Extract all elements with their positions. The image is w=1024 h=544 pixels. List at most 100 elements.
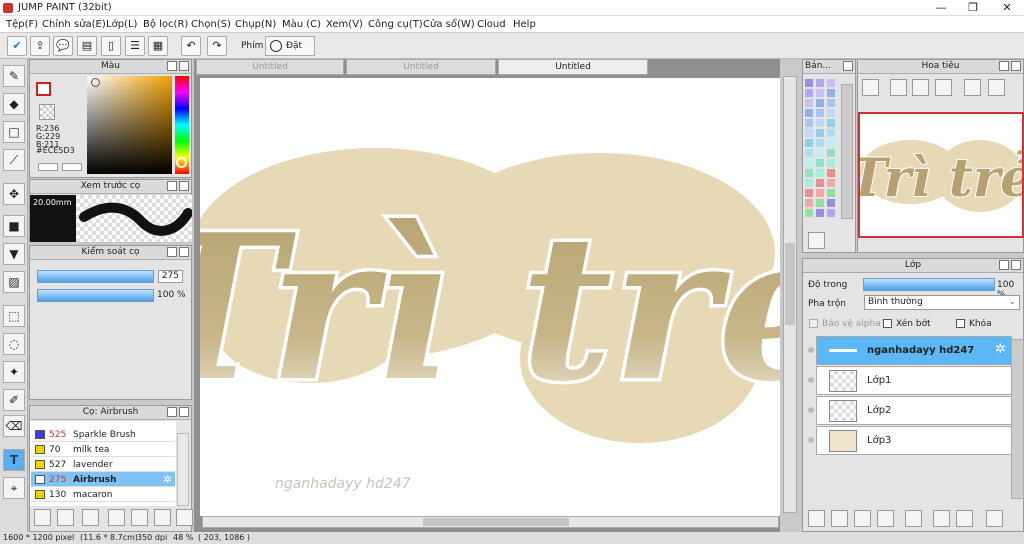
text-tool-icon[interactable]: T xyxy=(3,449,25,471)
menu-file[interactable]: Tệp(F) xyxy=(6,19,38,30)
palette-swatch[interactable] xyxy=(816,119,824,127)
palette-swatch[interactable] xyxy=(805,179,813,187)
layer-opacity-slider[interactable] xyxy=(863,278,995,291)
menu-window[interactable]: Cửa sổ(W) xyxy=(423,19,475,30)
redo-icon[interactable]: ↷ xyxy=(207,36,227,56)
palette-swatch[interactable] xyxy=(827,199,835,207)
select-rect-tool-icon[interactable]: ⬚ xyxy=(3,305,25,327)
palette-swatch[interactable] xyxy=(816,109,824,117)
palette-swatch[interactable] xyxy=(816,169,824,177)
palette-swatch[interactable] xyxy=(827,139,835,147)
vertical-scrollbar[interactable] xyxy=(783,76,797,513)
magic-wand-tool-icon[interactable]: ✦ xyxy=(3,361,25,383)
popout-icon[interactable] xyxy=(167,61,177,71)
panel-close-icon[interactable] xyxy=(1011,61,1021,71)
fit-screen-icon[interactable] xyxy=(912,79,929,96)
visibility-icon[interactable] xyxy=(808,347,814,353)
brush-folder-icon[interactable] xyxy=(131,509,148,526)
menu-cloud[interactable]: Cloud xyxy=(477,19,506,30)
palette-swatch[interactable] xyxy=(827,189,835,197)
navigator-thumbnail[interactable]: Trì trẻ xyxy=(848,112,1024,238)
canvas-paper[interactable]: Trì trẻ nganhadayy hd247 xyxy=(131,78,849,516)
bucket-tool-icon[interactable]: ▼ xyxy=(3,243,25,265)
brush-settings-icon[interactable] xyxy=(108,509,125,526)
palette-swatch[interactable] xyxy=(805,159,813,167)
palette-swatch[interactable] xyxy=(827,99,835,107)
palette-swatch[interactable] xyxy=(816,149,824,157)
page-icon[interactable]: ▯ xyxy=(101,36,121,56)
move-tool-icon[interactable]: ✥ xyxy=(3,183,25,205)
menu-select[interactable]: Chọn(S) xyxy=(191,19,231,30)
palette-swatch[interactable] xyxy=(805,189,813,197)
brush-menu-icon[interactable] xyxy=(82,509,99,526)
palette-swatch[interactable] xyxy=(816,189,824,197)
select-eraser-tool-icon[interactable]: ⌫ xyxy=(3,415,25,437)
layer-row[interactable]: Lớp2 xyxy=(816,396,1012,425)
palette-swatch[interactable] xyxy=(805,129,813,137)
brush-size-slider[interactable] xyxy=(37,270,154,283)
brush-size-input[interactable]: 275 xyxy=(158,270,183,283)
reset-view-icon[interactable] xyxy=(988,79,1005,96)
palette-swatch[interactable] xyxy=(805,119,813,127)
palette-scrollbar[interactable] xyxy=(841,84,853,219)
layer-folder-icon[interactable] xyxy=(905,510,922,527)
blend-mode-select[interactable]: Bình thường ⌄ xyxy=(864,295,1020,310)
panel-close-icon[interactable] xyxy=(1011,260,1021,270)
palette-swatch[interactable] xyxy=(816,209,824,217)
list-icon[interactable]: ☰ xyxy=(125,36,145,56)
rectangle-tool-icon[interactable]: □ xyxy=(3,121,25,143)
lock-checkbox[interactable] xyxy=(956,319,965,328)
new-layer-special-icon[interactable] xyxy=(877,510,894,527)
panel-close-icon[interactable] xyxy=(179,61,189,71)
list-item[interactable]: 130 macaron xyxy=(31,487,175,502)
lasso-tool-icon[interactable]: ◌ xyxy=(3,333,25,355)
zoom-fit-icon[interactable] xyxy=(862,79,879,96)
palette-swatch[interactable] xyxy=(816,179,824,187)
palette-swatches[interactable] xyxy=(805,77,838,227)
tab-untitled-2[interactable]: Untitled xyxy=(346,59,496,75)
share-icon[interactable]: ⇪ xyxy=(30,36,50,56)
brush-tool-icon[interactable]: ✎ xyxy=(3,65,25,87)
picker-cursor[interactable] xyxy=(91,78,100,87)
menu-view[interactable]: Xem(V) xyxy=(326,19,363,30)
list-item-selected[interactable]: 275 Airbrush ✲ xyxy=(31,472,175,487)
foreground-color-swatch[interactable] xyxy=(36,82,51,96)
panel-close-icon[interactable] xyxy=(179,247,189,257)
rotate-icon[interactable] xyxy=(964,79,981,96)
popout-icon[interactable] xyxy=(999,61,1009,71)
palette-swatch[interactable] xyxy=(827,169,835,177)
background-color-swatch[interactable] xyxy=(39,104,55,120)
hue-handle[interactable] xyxy=(176,157,187,168)
fill-rect-tool-icon[interactable]: ■ xyxy=(3,215,25,237)
palette-swatch[interactable] xyxy=(816,159,824,167)
color-swap-button[interactable] xyxy=(62,163,82,171)
brush-copy-icon[interactable] xyxy=(154,509,171,526)
list-item[interactable]: 70 milk tea xyxy=(31,442,175,457)
menu-tools[interactable]: Công cụ(T) xyxy=(368,19,423,30)
menu-capture[interactable]: Chụp(N) xyxy=(235,19,276,30)
minimize-button[interactable]: — xyxy=(926,0,956,16)
saturation-value-picker[interactable] xyxy=(87,76,172,174)
new-layer-icon[interactable] xyxy=(808,510,825,527)
palette-swatch[interactable] xyxy=(805,109,813,117)
list-item[interactable]: 527 lavender xyxy=(31,457,175,472)
palette-swatch[interactable] xyxy=(827,79,835,87)
select-pen-tool-icon[interactable]: ✐ xyxy=(3,389,25,411)
panel-close-icon[interactable] xyxy=(179,181,189,191)
layer-row[interactable]: Lớp3 xyxy=(816,426,1012,455)
new-layer-8bit-icon[interactable] xyxy=(831,510,848,527)
tab-untitled-1[interactable]: Untitled xyxy=(196,59,344,75)
palette-swatch[interactable] xyxy=(827,209,835,217)
menu-layer[interactable]: Lớp(L) xyxy=(106,19,137,30)
panel-close-icon[interactable] xyxy=(179,407,189,417)
palette-swatch[interactable] xyxy=(827,159,835,167)
palette-swatch[interactable] xyxy=(827,149,835,157)
horizontal-scrollbar[interactable] xyxy=(202,516,779,528)
menu-filter[interactable]: Bộ lọc(R) xyxy=(143,19,188,30)
palette-swatch[interactable] xyxy=(827,89,835,97)
visibility-icon[interactable] xyxy=(808,407,814,413)
vertical-scroll-thumb[interactable] xyxy=(785,243,795,325)
layer-row[interactable]: Lớp1 xyxy=(816,366,1012,395)
palette-swatch[interactable] xyxy=(827,129,835,137)
palette-swatch[interactable] xyxy=(816,89,824,97)
